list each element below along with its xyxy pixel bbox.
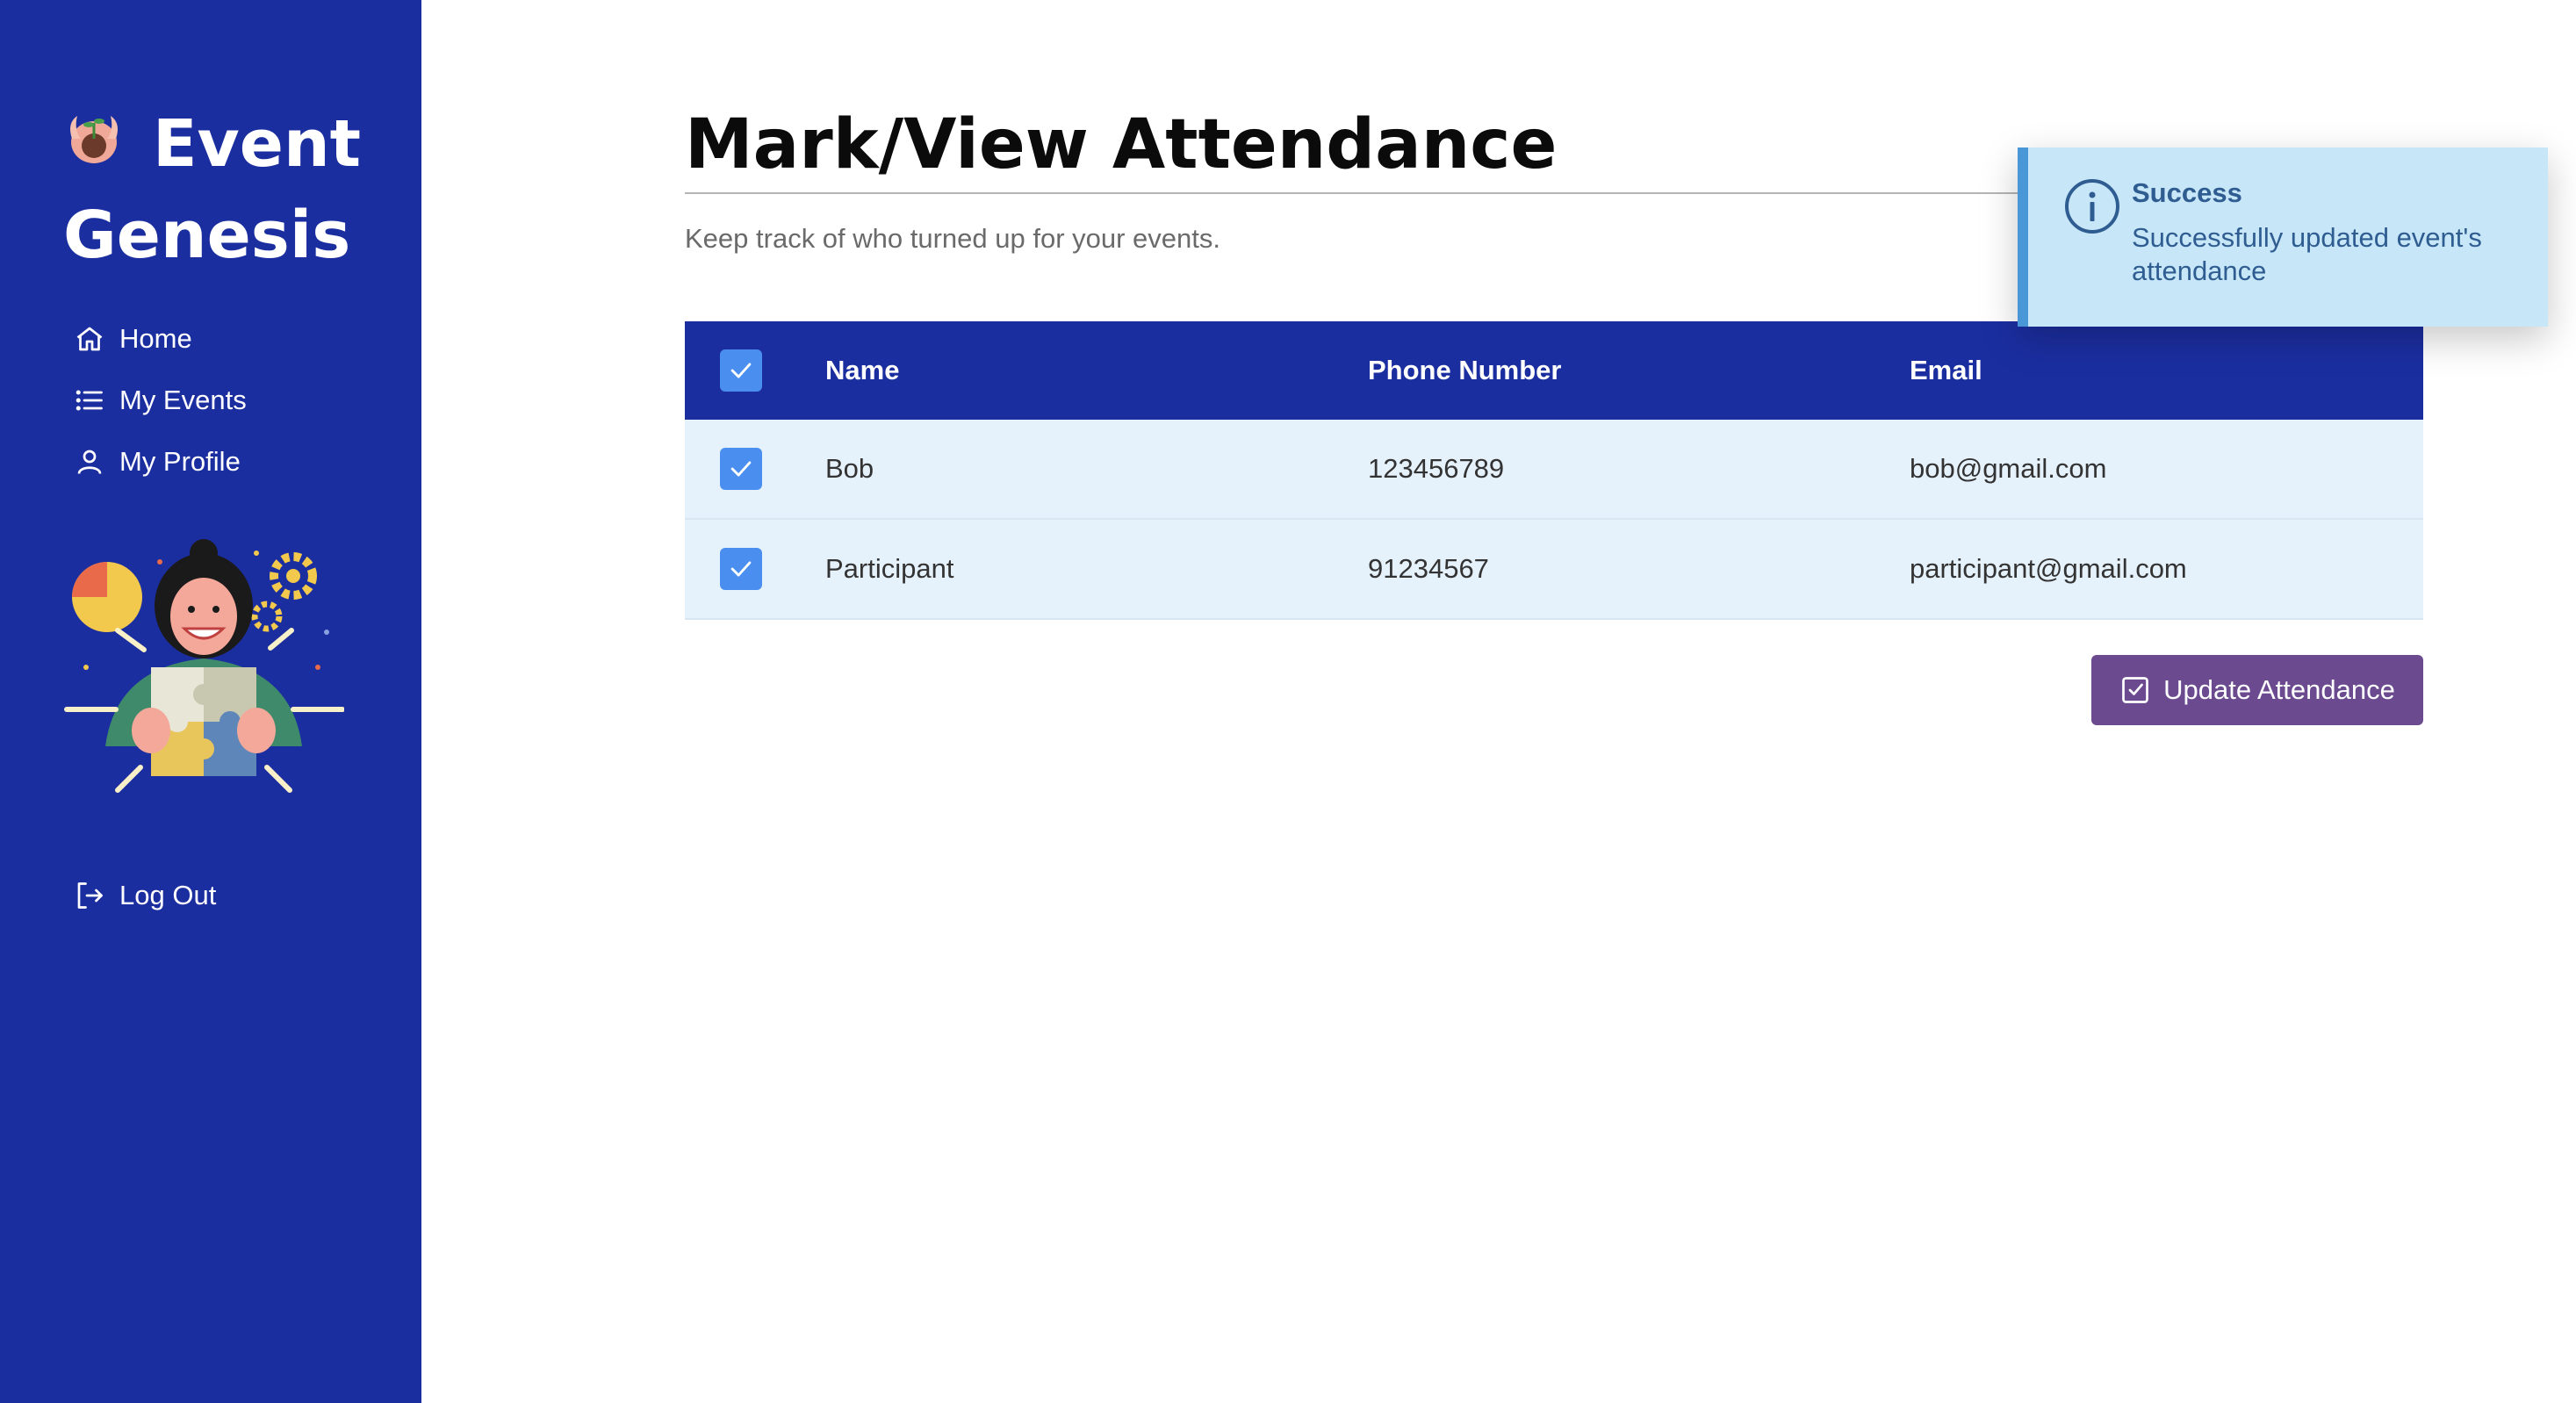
update-attendance-button[interactable]: Update Attendance bbox=[2091, 655, 2423, 725]
check-icon bbox=[730, 461, 752, 477]
column-header-email[interactable]: Email bbox=[1910, 355, 1982, 386]
check-icon bbox=[730, 561, 752, 577]
update-attendance-label: Update Attendance bbox=[2163, 674, 2395, 705]
user-icon bbox=[77, 450, 102, 474]
success-toast[interactable]: Success Successfully updated event's att… bbox=[2018, 147, 2548, 327]
sidebar-item-home[interactable]: Home bbox=[74, 314, 192, 363]
row-checkbox[interactable] bbox=[720, 448, 762, 490]
sidebar-item-label: My Events bbox=[119, 385, 247, 415]
check-icon bbox=[730, 363, 752, 378]
info-icon bbox=[2065, 179, 2119, 234]
participant-email: participant@gmail.com bbox=[1910, 553, 2187, 584]
participant-email: bob@gmail.com bbox=[1910, 453, 2107, 484]
logout-label: Log Out bbox=[119, 880, 217, 910]
toast-message: Successfully updated event's attendance bbox=[2132, 222, 2482, 286]
column-header-phone[interactable]: Phone Number bbox=[1368, 355, 1561, 386]
participant-name: Bob bbox=[825, 453, 874, 484]
table-row: Participant 91234567 participant@gmail.c… bbox=[685, 520, 2423, 620]
list-icon bbox=[76, 390, 103, 411]
home-icon bbox=[76, 327, 103, 351]
team-puzzle-illustration bbox=[64, 539, 344, 793]
toast-title: Success bbox=[2132, 177, 2242, 208]
logout-icon bbox=[77, 882, 103, 909]
logout-button[interactable]: Log Out bbox=[74, 871, 216, 920]
sidebar: Event Genesis Home My Events My Profile bbox=[0, 0, 421, 1403]
checkbox-icon bbox=[2122, 677, 2148, 703]
row-checkbox[interactable] bbox=[720, 548, 762, 590]
sidebar-item-label: My Profile bbox=[119, 446, 241, 477]
attendance-table: Name Phone Number Email Bob 123456789 bo… bbox=[685, 321, 2423, 620]
sidebar-item-label: Home bbox=[119, 323, 192, 354]
participant-phone: 91234567 bbox=[1368, 553, 1489, 584]
column-header-name[interactable]: Name bbox=[825, 355, 899, 386]
brand-line-1: Event bbox=[153, 106, 362, 182]
table-header: Name Phone Number Email bbox=[685, 321, 2423, 420]
row-check-cell bbox=[685, 548, 825, 590]
page-title: Mark/View Attendance bbox=[685, 105, 1558, 184]
logo-icon bbox=[70, 116, 118, 163]
brand-line-2: Genesis bbox=[63, 198, 351, 273]
select-all-cell bbox=[685, 349, 825, 392]
sidebar-item-my-events[interactable]: My Events bbox=[74, 376, 247, 425]
select-all-checkbox[interactable] bbox=[720, 349, 762, 392]
page-subtitle: Keep track of who turned up for your eve… bbox=[685, 223, 1221, 254]
participant-name: Participant bbox=[825, 553, 954, 584]
table-row: Bob 123456789 bob@gmail.com bbox=[685, 420, 2423, 520]
participant-phone: 123456789 bbox=[1368, 453, 1505, 484]
sidebar-item-my-profile[interactable]: My Profile bbox=[74, 437, 241, 486]
row-check-cell bbox=[685, 448, 825, 490]
